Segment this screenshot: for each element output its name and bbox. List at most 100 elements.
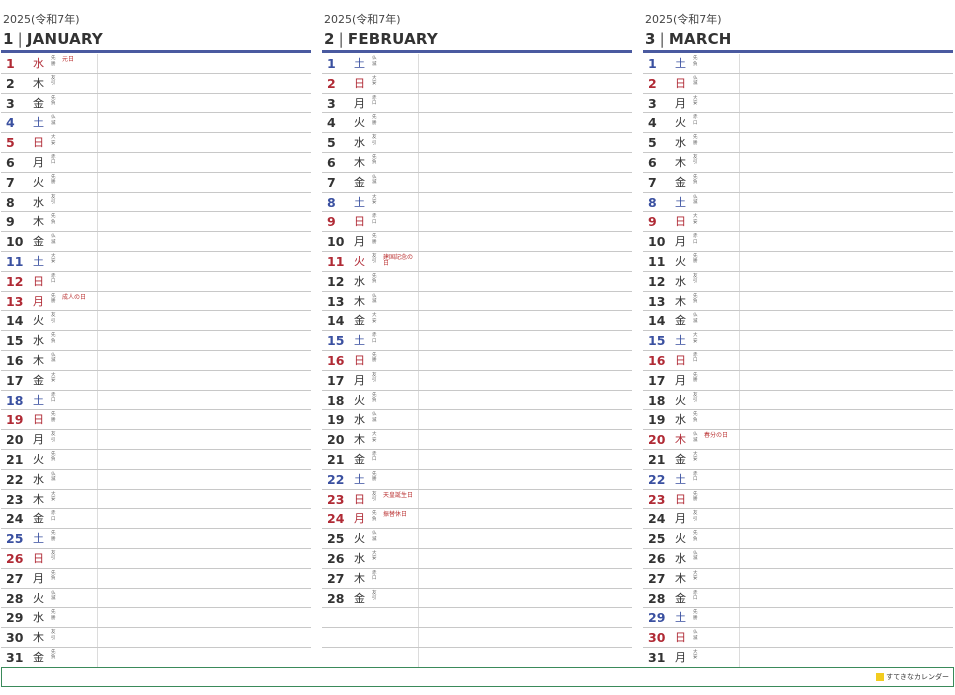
weekday: 火 [675,116,686,130]
rokuyo-label: 大安 [693,570,698,582]
weekday: 火 [354,393,365,407]
rokuyo-label: 先負 [51,214,56,225]
holiday-name: 元日 [62,56,75,63]
rokuyo-label: 先負 [51,570,56,582]
day-number: 23 [648,491,666,507]
rokuyo-label: 赤口 [693,471,698,483]
weekday: 月 [675,96,686,110]
day-number: 5 [648,135,657,151]
column-divider [739,410,740,430]
rokuyo-label: 赤口 [372,570,377,582]
column-divider [97,271,98,291]
day-number: 31 [648,649,666,665]
day-number: 27 [6,570,24,586]
day-list: 1 土仏滅 2 日大安 3 月赤口 4 火先勝 5 水友引 6 木先負 7 金仏滅 8 土大安 9 日赤口 10 月先… [322,54,632,668]
day-row: 18 火友引 [643,390,953,411]
rokuyo-label: 先勝 [51,56,56,67]
day-row: 21 火先負 [1,449,311,470]
rokuyo-label: 先負 [51,649,56,661]
column-divider [97,54,98,73]
column-divider [418,251,419,271]
column-divider [739,647,740,667]
rokuyo-label: 大安 [693,214,698,225]
holiday-name: 成人の日 [62,293,87,301]
weekday: 月 [354,96,365,110]
rokuyo-label: 友引 [372,491,377,503]
weekday: 月 [354,512,365,526]
rokuyo-label: 先勝 [693,253,698,265]
column-divider [418,509,419,529]
day-row: 2 日仏滅 [643,73,953,94]
rokuyo-label: 赤口 [372,214,377,225]
rokuyo-label: 大安 [372,432,377,443]
day-number: 8 [6,194,15,210]
year-label: 2025(令和7年) [324,13,401,26]
column-divider [739,271,740,291]
empty-row [322,608,632,629]
day-number: 10 [327,234,345,250]
weekday: 水 [33,195,44,209]
day-row: 26 日友引 [1,548,311,569]
rokuyo-label: 大安 [372,75,377,87]
rokuyo-label: 先負 [693,174,698,186]
day-row: 16 木仏滅 [1,350,311,371]
weekday: 土 [354,472,365,486]
day-number: 2 [327,75,336,91]
rokuyo-label: 大安 [372,313,377,324]
weekday: 月 [354,373,365,387]
column-divider [739,192,740,212]
column-divider [97,548,98,568]
rokuyo-label: 友引 [372,590,377,602]
rokuyo-label: 友引 [51,432,56,443]
column-divider [97,628,98,647]
rokuyo-label: 仏滅 [693,550,698,562]
rokuyo-label: 友引 [51,75,56,87]
column-divider [418,548,419,568]
weekday: 土 [675,57,686,70]
weekday: 月 [354,235,365,249]
weekday: 火 [33,175,44,189]
day-number: 10 [6,234,24,250]
day-row: 20 木仏滅 春分の日 [643,430,953,450]
day-number: 14 [327,313,345,329]
day-number: 3 [6,95,15,111]
day-number: 6 [6,154,15,170]
rokuyo-label: 仏滅 [693,313,698,324]
weekday: 木 [354,294,365,308]
title-separator: | [338,30,344,48]
day-row: 3 月大安 [643,93,953,114]
rokuyo-label: 仏滅 [372,56,377,67]
column-divider [418,172,419,192]
day-number: 26 [6,550,24,566]
weekday: 月 [675,512,686,526]
weekday: 火 [354,254,365,268]
column-divider [418,568,419,588]
day-number: 1 [648,56,657,71]
day-row: 10 金仏滅 [1,232,311,252]
column-divider [97,331,98,350]
day-row: 19 水先負 [643,410,953,431]
day-number: 1 [327,56,336,71]
day-row: 14 金仏滅 [643,311,953,332]
month-march: 2025(令和7年) 3 | MARCH 1 土先負 2 日仏滅 3 月大安 4 火赤口 5 水先勝 6… [643,12,953,668]
day-number: 24 [327,511,345,527]
rokuyo-label: 友引 [693,392,698,404]
weekday: 水 [354,551,365,565]
weekday: 木 [33,631,44,645]
rokuyo-label: 赤口 [51,511,56,522]
day-number: 3 [648,95,657,111]
day-row: 29 水先勝 [1,608,311,629]
day-number: 31 [6,649,24,665]
column-divider [418,152,419,172]
rokuyo-label: 先負 [372,392,377,404]
column-divider [418,469,419,489]
rokuyo-label: 大安 [51,135,56,146]
weekday: 月 [675,235,686,249]
column-divider [97,350,98,370]
column-divider [739,588,740,608]
weekday: 土 [675,334,686,348]
column-divider [418,588,419,608]
day-number: 15 [327,333,345,349]
rokuyo-label: 赤口 [693,352,698,364]
weekday: 木 [675,155,686,169]
